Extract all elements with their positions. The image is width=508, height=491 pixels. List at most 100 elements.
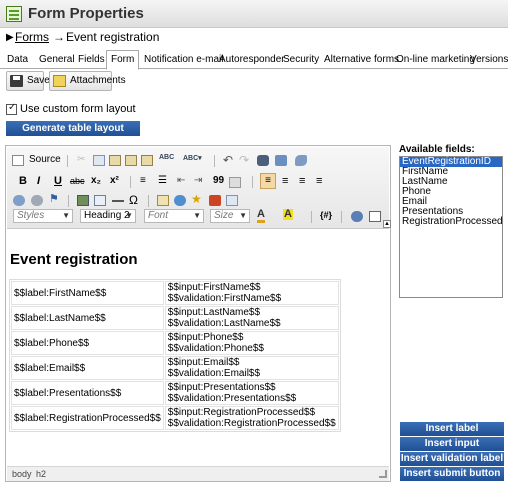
row-label-cell: $$label:RegistrationProcessed$$: [11, 406, 164, 430]
tab-versions[interactable]: Versions: [470, 51, 508, 69]
subscript-button[interactable]: x₂: [91, 175, 101, 186]
tab-online-marketing[interactable]: On-line marketing: [396, 51, 475, 69]
row-label-cell: $$label:LastName$$: [11, 306, 164, 330]
row-input-token: $$input:Presentations$$: [167, 382, 276, 393]
indent-icon[interactable]: ⇥: [194, 176, 206, 187]
styles-dropdown[interactable]: Styles ▼: [13, 209, 73, 223]
insert-input-button[interactable]: Insert input: [400, 437, 504, 451]
tab-form[interactable]: Form: [106, 50, 140, 70]
redo-icon[interactable]: ↷: [239, 153, 251, 167]
align-justify-icon[interactable]: ≡: [316, 176, 328, 187]
row-validation-token: $$validation:RegistrationProcessed$$: [167, 418, 336, 429]
row-label-cell: $$label:Email$$: [11, 356, 164, 380]
row-input-token: $$input:RegistrationProcessed$$: [167, 407, 316, 418]
row-validation-token: $$validation:FirstName$$: [167, 293, 282, 304]
insert-label-button[interactable]: Insert label: [400, 422, 504, 436]
unlink-icon[interactable]: [31, 195, 43, 206]
bold-button[interactable]: B: [19, 175, 27, 187]
special-char-button[interactable]: Ω: [129, 193, 138, 207]
form-icon: [6, 6, 22, 22]
row-validation-token: $$validation:LastName$$: [167, 318, 281, 329]
media-icon[interactable]: [174, 195, 186, 206]
row-validation-token: $$validation:Presentations$$: [167, 393, 297, 404]
source-button[interactable]: Source: [29, 154, 61, 165]
insert-macro-button[interactable]: {#}: [320, 210, 332, 220]
align-left-icon[interactable]: ≡: [260, 173, 276, 189]
row-input-cell: $$input:RegistrationProcessed$$ $$validat…: [164, 406, 339, 430]
insert-validation-label-button[interactable]: Insert validation label: [400, 452, 504, 466]
list-item[interactable]: RegistrationProcessed: [400, 217, 503, 227]
star-icon[interactable]: ★: [191, 193, 203, 205]
bg-color-button[interactable]: A: [283, 209, 293, 220]
attachments-button-label: Attachments: [70, 75, 126, 86]
bullet-list-icon[interactable]: ☰: [158, 176, 170, 187]
replace-icon[interactable]: [275, 155, 287, 166]
italic-button[interactable]: I: [37, 175, 40, 187]
page-title: Form Properties: [28, 5, 144, 22]
editor-status-bar: body h2: [7, 466, 389, 481]
outdent-icon[interactable]: ⇤: [177, 176, 189, 187]
tab-fields[interactable]: Fields: [78, 51, 105, 69]
table-icon[interactable]: [94, 195, 106, 206]
tab-alternative-forms[interactable]: Alternative forms: [324, 51, 399, 69]
template-icon[interactable]: [157, 195, 169, 206]
size-dropdown[interactable]: Size ▼: [210, 209, 250, 223]
tab-security[interactable]: Security: [283, 51, 319, 69]
numbered-list-icon[interactable]: ≡: [140, 176, 152, 187]
cut-icon[interactable]: ✂: [77, 155, 89, 166]
insert-submit-button[interactable]: Insert submit button: [400, 467, 504, 481]
status-path-body[interactable]: body: [12, 469, 32, 479]
format-dropdown[interactable]: Heading 2 ▼: [80, 209, 136, 223]
resize-grip-icon[interactable]: [379, 470, 387, 478]
attachments-button[interactable]: Attachments: [49, 71, 126, 91]
paste-text-icon[interactable]: [125, 155, 137, 166]
underline-button[interactable]: U: [54, 175, 62, 187]
spellcheck-dropdown-icon[interactable]: ABC▾: [183, 154, 202, 165]
editor-content[interactable]: Event registration $$label:FirstName$$ $$…: [7, 230, 389, 466]
breadcrumb-current: Event registration: [66, 30, 160, 44]
generate-table-layout-button[interactable]: Generate table layout: [6, 121, 140, 136]
undo-icon[interactable]: ↶: [223, 153, 235, 167]
image-icon[interactable]: [77, 195, 89, 206]
font-dropdown[interactable]: Font ▼: [144, 209, 204, 223]
row-input-cell: $$input:LastName$$ $$validation:LastName$…: [164, 306, 339, 330]
custom-layout-checkbox[interactable]: [6, 102, 17, 115]
breadcrumb-forms-link[interactable]: Forms: [15, 30, 49, 44]
page-header: Form Properties: [0, 0, 508, 28]
create-div-icon[interactable]: [229, 177, 241, 188]
globe-icon[interactable]: [351, 211, 363, 222]
breadcrumb-arrow-icon: ▶: [6, 32, 14, 43]
paste-word-icon[interactable]: [141, 155, 153, 166]
custom-layout-label: Use custom form layout: [20, 103, 136, 115]
spellcheck-icon[interactable]: ABC: [159, 154, 174, 165]
anchor-icon[interactable]: ⚑: [49, 194, 61, 205]
horizontal-rule-icon[interactable]: [112, 200, 124, 202]
collapse-toolbar-icon[interactable]: ▲: [383, 220, 391, 228]
youtube-icon[interactable]: [209, 195, 221, 206]
row-validation-token: $$validation:Email$$: [167, 368, 261, 379]
align-right-icon[interactable]: ≡: [299, 176, 311, 187]
save-button[interactable]: Save: [6, 71, 50, 91]
save-button-label: Save: [27, 75, 50, 86]
available-fields-list[interactable]: EventRegistrationID FirstName LastName P…: [399, 156, 503, 298]
align-center-icon[interactable]: ≡: [282, 176, 294, 187]
breadcrumb: ▶ Forms → Event registration: [0, 30, 508, 46]
row-input-cell: $$input:Email$$ $$validation:Email$$: [164, 356, 339, 380]
tab-autoresponder[interactable]: Autoresponder: [219, 51, 285, 69]
find-icon[interactable]: [257, 155, 269, 166]
row-validation-token: $$validation:Phone$$: [167, 343, 264, 354]
superscript-button[interactable]: x²: [110, 175, 119, 186]
copy-icon[interactable]: [93, 155, 105, 166]
tab-data[interactable]: Data: [7, 51, 28, 69]
blockquote-button[interactable]: 99: [213, 175, 224, 186]
tab-general[interactable]: General: [39, 51, 75, 69]
remove-format-icon[interactable]: [295, 155, 307, 166]
status-path-h2[interactable]: h2: [36, 469, 46, 479]
tab-notification-email[interactable]: Notification e-mail: [144, 51, 223, 69]
paste-icon[interactable]: [109, 155, 121, 166]
widget-icon[interactable]: [226, 195, 238, 206]
strikethrough-button[interactable]: abc: [70, 176, 85, 186]
maximize-icon[interactable]: [369, 211, 381, 222]
text-color-button[interactable]: A: [257, 209, 265, 223]
link-icon[interactable]: [13, 195, 25, 206]
